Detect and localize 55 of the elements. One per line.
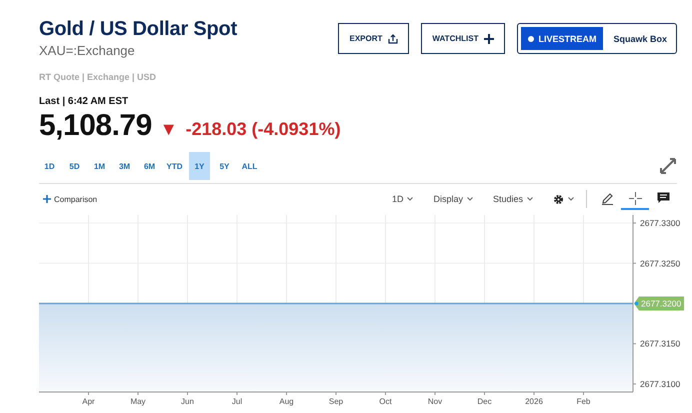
expand-icon[interactable] (659, 157, 677, 175)
caret-icon (466, 197, 473, 201)
symbol-label: XAU=:Exchange (39, 43, 136, 58)
dropdown[interactable]: 1D (386, 193, 420, 205)
last-price-tag: 2677.3200 (634, 296, 684, 310)
crosshair-icon (628, 192, 642, 204)
x-axis-label: Sep (328, 397, 344, 406)
x-axis-label: Nov (428, 397, 442, 406)
caret-icon (527, 197, 533, 201)
range-tab[interactable]: 1D (39, 152, 60, 180)
down-arrow: ▼ (160, 119, 178, 140)
x-axis-label: Apr (82, 397, 95, 406)
x-axis-label: 2026 (525, 397, 543, 406)
range-tab[interactable]: 6M (139, 152, 160, 180)
price-value: 5,108.79 (39, 109, 152, 143)
x-axis-label: Feb (576, 397, 590, 406)
y-axis-label: 2677.3100 (640, 378, 680, 389)
x-axis-label: Dec (477, 397, 492, 406)
dropdown[interactable]: Studies (486, 193, 539, 205)
range-tab[interactable]: 1M (89, 152, 110, 180)
x-axis-label: Jun (181, 397, 194, 406)
y-axis-label: 2677.3300 (640, 218, 680, 228)
plus-icon (484, 34, 494, 44)
comparison-button[interactable]: Comparison (39, 194, 98, 204)
livestream-button[interactable]: LIVESTREAM (521, 27, 604, 50)
range-tab[interactable]: 1Y (189, 152, 210, 180)
live-dot-icon (528, 36, 534, 42)
range-tab[interactable]: YTD (164, 152, 185, 180)
last-time-label: Last | 6:42 AM EST (39, 96, 130, 107)
page-title: Gold / US Dollar Spot (39, 18, 238, 41)
y-axis-label: 2677.3250 (640, 258, 680, 268)
export-button[interactable]: EXPORT (338, 23, 410, 54)
share-icon (388, 34, 398, 44)
quote-info: RT Quote | Exchange | USD (39, 72, 158, 82)
x-axis-label: May (130, 397, 146, 406)
last-point-icon (634, 302, 638, 306)
caret-icon (407, 197, 414, 201)
y-axis-label: 2677.3150 (640, 338, 680, 349)
x-axis-label: Jul (232, 397, 242, 406)
range-tab[interactable]: 5D (64, 152, 85, 180)
y-tick-label: 2677.3200 (641, 298, 682, 308)
range-tab[interactable]: 3M (114, 152, 135, 180)
range-tab[interactable]: 5Y (214, 152, 235, 180)
comment-icon (656, 192, 670, 204)
watchlist-button[interactable]: WATCHLIST (421, 23, 506, 54)
pencil-icon (600, 192, 614, 204)
range-tab[interactable]: ALL (239, 152, 260, 180)
x-axis-label: Aug (279, 397, 294, 406)
channel-link[interactable]: Squawk Box (603, 34, 673, 44)
plus-icon (43, 195, 51, 203)
caret-icon (568, 197, 574, 201)
price-change: -218.03 (-4.0931%) (186, 119, 341, 140)
settings-icon (553, 194, 564, 204)
dropdown[interactable]: Display (427, 193, 479, 205)
x-axis-label: Oct (379, 397, 392, 406)
